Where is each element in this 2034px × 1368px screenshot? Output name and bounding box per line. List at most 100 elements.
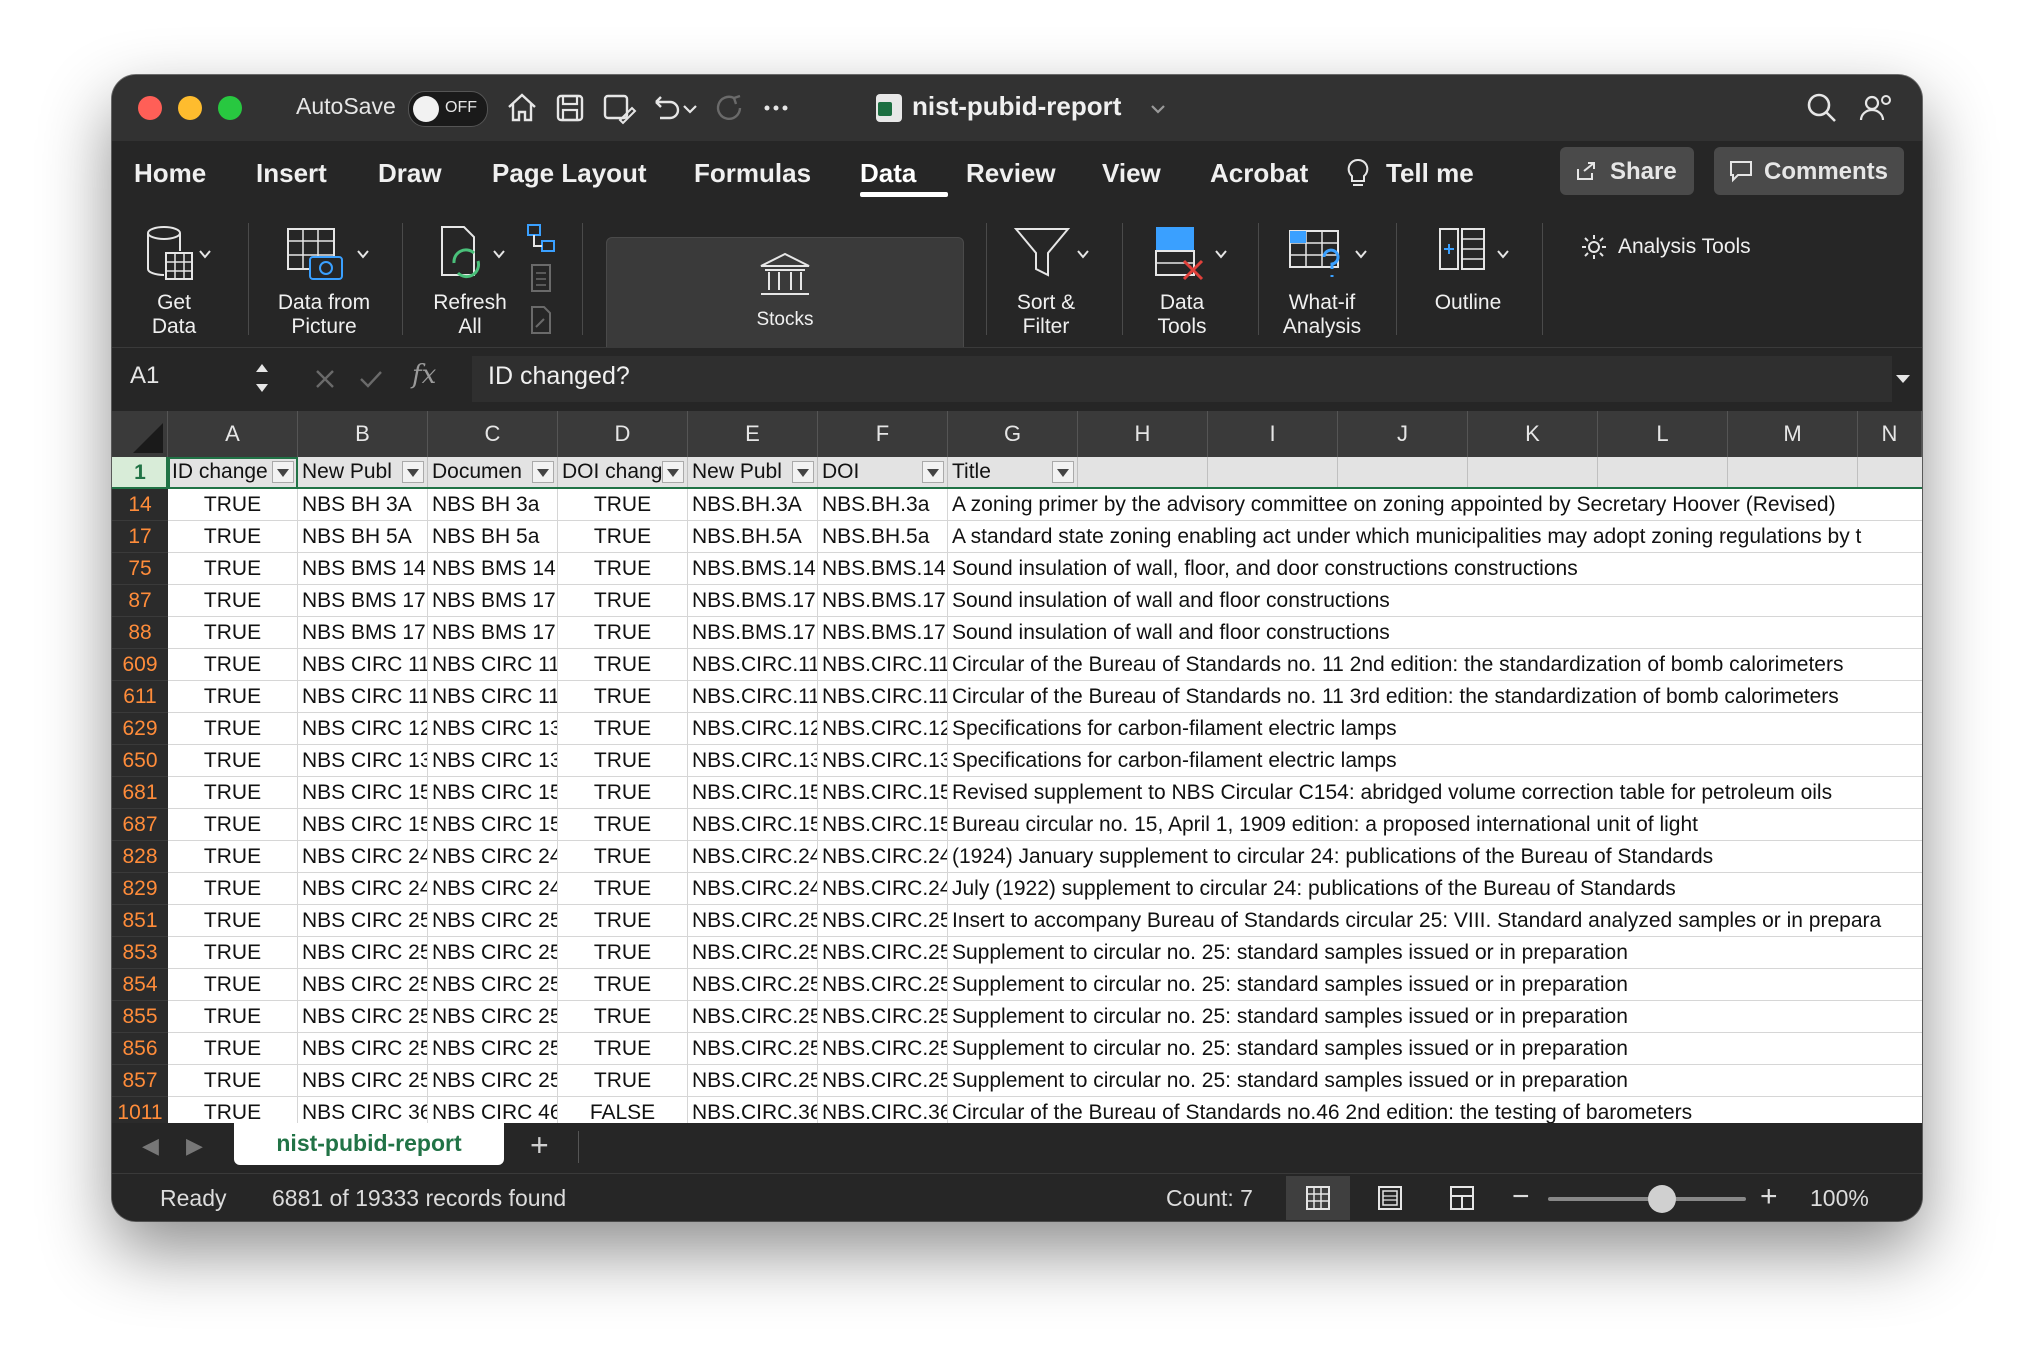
column-header-a[interactable]: A: [168, 411, 298, 457]
cell-a[interactable]: TRUE: [168, 873, 298, 905]
cell-e[interactable]: NBS.CIRC.15: [688, 809, 818, 841]
cell-e[interactable]: NBS.CIRC.24: [688, 841, 818, 873]
cell-b[interactable]: NBS CIRC 13: [298, 745, 428, 777]
cell-b[interactable]: NBS CIRC 24: [298, 873, 428, 905]
cell-b[interactable]: NBS CIRC 25: [298, 1065, 428, 1097]
cell-b[interactable]: NBS CIRC 25: [298, 905, 428, 937]
undo-dropdown-chevron-icon[interactable]: [678, 88, 702, 128]
zoom-window-button[interactable]: [218, 96, 242, 120]
row-number[interactable]: 650: [112, 745, 168, 777]
column-header-m[interactable]: M: [1728, 411, 1858, 457]
cell-d[interactable]: TRUE: [558, 777, 688, 809]
cell-a[interactable]: TRUE: [168, 681, 298, 713]
cell-e[interactable]: NBS.CIRC.25: [688, 1033, 818, 1065]
filter-dropdown-button[interactable]: [922, 461, 944, 483]
filter-dropdown-button[interactable]: [1052, 461, 1074, 483]
cell-f[interactable]: NBS.CIRC.25: [818, 937, 948, 969]
cell-f[interactable]: NBS.CIRC.36: [818, 1097, 948, 1123]
header-cell-empty[interactable]: [1598, 457, 1728, 487]
cell-title[interactable]: Specifications for carbon-filament elect…: [948, 745, 1922, 777]
tab-tell-me[interactable]: Tell me: [1386, 158, 1474, 189]
cell-e[interactable]: NBS.CIRC.25: [688, 1001, 818, 1033]
cell-c[interactable]: NBS BMS 14: [428, 553, 558, 585]
cell-c[interactable]: NBS CIRC 11: [428, 649, 558, 681]
cell-e[interactable]: NBS.CIRC.15: [688, 777, 818, 809]
title-chevron-down-icon[interactable]: [1146, 88, 1170, 128]
cell-b[interactable]: NBS CIRC 12: [298, 713, 428, 745]
tab-review[interactable]: Review: [966, 158, 1056, 189]
save-as-icon[interactable]: [598, 88, 638, 128]
cell-a[interactable]: TRUE: [168, 1001, 298, 1033]
filter-dropdown-button[interactable]: [532, 461, 554, 483]
cell-d[interactable]: FALSE: [558, 1097, 688, 1123]
sheet-tab-nist-pubid-report[interactable]: nist-pubid-report: [234, 1123, 504, 1165]
minimize-window-button[interactable]: [178, 96, 202, 120]
zoom-slider-knob[interactable]: [1648, 1185, 1676, 1213]
cell-b[interactable]: NBS BMS 17: [298, 617, 428, 649]
cell-title[interactable]: A zoning primer by the advisory committe…: [948, 489, 1922, 521]
header-cell-empty[interactable]: [1338, 457, 1468, 487]
cell-title[interactable]: Revised supplement to NBS Circular C154:…: [948, 777, 1922, 809]
cell-e[interactable]: NBS.CIRC.25: [688, 1065, 818, 1097]
cell-a[interactable]: TRUE: [168, 1097, 298, 1123]
cell-f[interactable]: NBS.BMS.17: [818, 585, 948, 617]
save-icon[interactable]: [550, 88, 590, 128]
cell-title[interactable]: Circular of the Bureau of Standards no. …: [948, 681, 1922, 713]
cell-a[interactable]: TRUE: [168, 649, 298, 681]
filter-dropdown-button[interactable]: [402, 461, 424, 483]
cell-c[interactable]: NBS CIRC 13: [428, 745, 558, 777]
cell-f[interactable]: NBS.CIRC.13: [818, 745, 948, 777]
cell-e[interactable]: NBS.CIRC.11: [688, 681, 818, 713]
cell-a[interactable]: TRUE: [168, 937, 298, 969]
column-header-k[interactable]: K: [1468, 411, 1598, 457]
cell-e[interactable]: NBS.BH.3A: [688, 489, 818, 521]
cell-c[interactable]: NBS CIRC 25: [428, 969, 558, 1001]
cell-b[interactable]: NBS BH 5A: [298, 521, 428, 553]
tab-page-layout[interactable]: Page Layout: [492, 158, 647, 189]
cell-a[interactable]: TRUE: [168, 969, 298, 1001]
column-header-n[interactable]: N: [1858, 411, 1922, 457]
more-options-icon[interactable]: [756, 88, 796, 128]
cell-a[interactable]: TRUE: [168, 617, 298, 649]
cell-b[interactable]: NBS BMS 14: [298, 553, 428, 585]
cell-d[interactable]: TRUE: [558, 1001, 688, 1033]
row-number[interactable]: 1011: [112, 1097, 168, 1123]
cell-title[interactable]: July (1922) supplement to circular 24: p…: [948, 873, 1922, 905]
cell-title[interactable]: Supplement to circular no. 25: standard …: [948, 969, 1922, 1001]
row-number[interactable]: 855: [112, 1001, 168, 1033]
zoom-level[interactable]: 100%: [1810, 1185, 1869, 1212]
cell-c[interactable]: NBS BMS 17: [428, 617, 558, 649]
cell-f[interactable]: NBS.CIRC.11: [818, 681, 948, 713]
redo-icon[interactable]: [710, 88, 750, 128]
enter-check-icon[interactable]: [356, 364, 386, 394]
cell-e[interactable]: NBS.CIRC.25: [688, 905, 818, 937]
cell-c[interactable]: NBS CIRC 24: [428, 841, 558, 873]
cell-b[interactable]: NBS CIRC 15: [298, 809, 428, 841]
edit-links-icon[interactable]: [524, 303, 558, 337]
cell-d[interactable]: TRUE: [558, 905, 688, 937]
prev-sheet-arrow-icon[interactable]: ◀: [142, 1133, 159, 1159]
cell-b[interactable]: NBS CIRC 25: [298, 969, 428, 1001]
row-number[interactable]: 853: [112, 937, 168, 969]
row-number[interactable]: 14: [112, 489, 168, 521]
tab-insert[interactable]: Insert: [256, 158, 327, 189]
name-box[interactable]: A1: [130, 362, 159, 390]
cell-c[interactable]: NBS CIRC 11: [428, 681, 558, 713]
cell-title[interactable]: Circular of the Bureau of Standards no. …: [948, 649, 1922, 681]
cell-f[interactable]: NBS.BMS.14: [818, 553, 948, 585]
normal-view-button[interactable]: [1286, 1176, 1350, 1220]
column-header-i[interactable]: I: [1208, 411, 1338, 457]
row-number[interactable]: 611: [112, 681, 168, 713]
column-header-f[interactable]: F: [818, 411, 948, 457]
cell-a[interactable]: TRUE: [168, 713, 298, 745]
tab-formulas[interactable]: Formulas: [694, 158, 811, 189]
cell-b[interactable]: NBS CIRC 11: [298, 649, 428, 681]
spreadsheet-grid[interactable]: A B C D E F G H I J K L M N 1 ID change New Publ Documen D…: [112, 411, 1922, 1123]
cell-title[interactable]: Insert to accompany Bureau of Standards …: [948, 905, 1922, 937]
cell-f[interactable]: NBS.CIRC.24: [818, 873, 948, 905]
row-number[interactable]: 75: [112, 553, 168, 585]
cell-f[interactable]: NBS.BMS.17: [818, 617, 948, 649]
filter-dropdown-button[interactable]: [662, 461, 684, 483]
cell-c[interactable]: NBS BH 5a: [428, 521, 558, 553]
cell-d[interactable]: TRUE: [558, 585, 688, 617]
